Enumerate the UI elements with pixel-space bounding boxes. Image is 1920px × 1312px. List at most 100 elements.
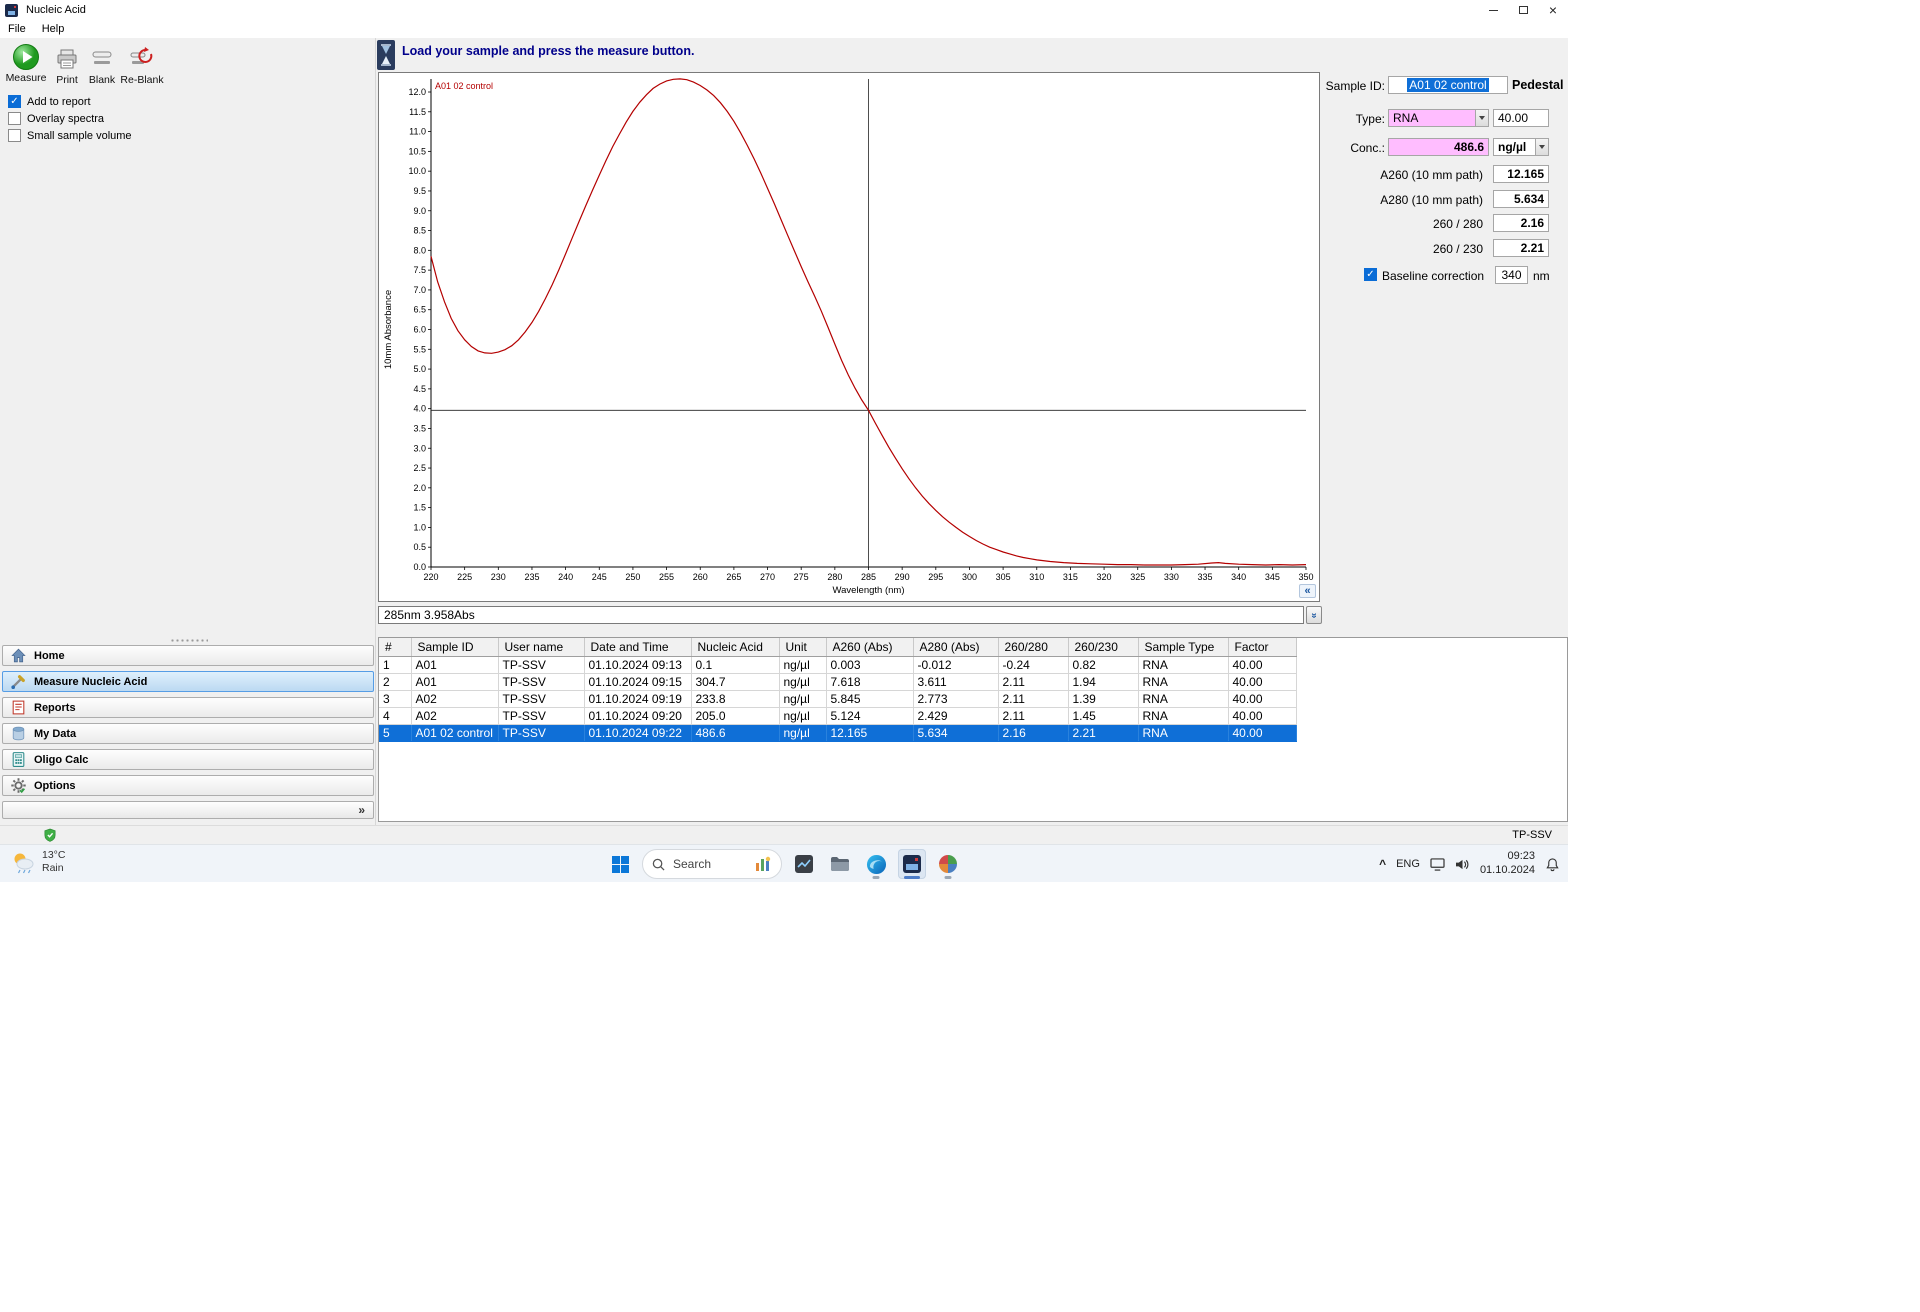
checkbox-icon[interactable] — [8, 95, 21, 108]
table-cell[interactable]: 01.10.2024 09:22 — [584, 724, 692, 742]
close-button[interactable]: × — [1538, 0, 1568, 20]
table-cell[interactable]: TP-SSV — [498, 724, 585, 742]
table-cell[interactable]: 5.124 — [826, 707, 914, 725]
menu-item-help[interactable]: Help — [34, 20, 73, 38]
table-cell[interactable]: ng/µl — [779, 707, 827, 725]
table-cell[interactable]: 2.11 — [998, 707, 1069, 725]
table-row[interactable]: 1 A01 TP-SSV 01.10.2024 09:13 0.1 ng/µl 0.003-… — [379, 656, 1297, 674]
measure-button[interactable]: Measure — [4, 42, 48, 84]
minimize-button[interactable] — [1478, 0, 1508, 20]
table-cell[interactable]: 3 — [379, 690, 412, 708]
taskbar-app-explorer[interactable] — [826, 849, 854, 879]
taskbar-app-edge[interactable] — [862, 849, 890, 879]
table-cell[interactable]: ng/µl — [779, 673, 827, 691]
table-cell[interactable]: 1.39 — [1068, 690, 1139, 708]
print-button[interactable]: Print — [52, 44, 82, 86]
results-table[interactable]: # Sample ID User name Date and Time Nucleic … — [379, 638, 1297, 742]
table-cell[interactable]: 0.1 — [691, 656, 780, 674]
table-cell[interactable]: TP-SSV — [498, 673, 585, 691]
spectrum-chart[interactable]: 0.0 0.5 1.0 1.5 2.0 2.5 3.0 3.5 4.0 4.5 5.0 5.5 6.0 6… — [378, 72, 1320, 602]
sidebar-item-home[interactable]: Home — [2, 645, 374, 666]
table-cell[interactable]: 1.94 — [1068, 673, 1139, 691]
table-cell[interactable]: 0.82 — [1068, 656, 1139, 674]
table-cell[interactable]: 40.00 — [1228, 707, 1297, 725]
table-cell[interactable]: ng/µl — [779, 656, 827, 674]
table-cell[interactable]: RNA — [1138, 707, 1229, 725]
table-cell[interactable]: RNA — [1138, 690, 1229, 708]
table-row[interactable]: 5 A01 02 control TP-SSV 01.10.2024 09:22 486… — [379, 724, 1297, 742]
splitter-handle[interactable] — [170, 639, 208, 642]
column-header[interactable]: Factor — [1228, 638, 1297, 657]
search-input[interactable]: Search — [642, 849, 782, 879]
column-header[interactable]: A260 (Abs) — [826, 638, 914, 657]
table-cell[interactable]: 7.618 — [826, 673, 914, 691]
sidebar-item-measure-nucleic-acid[interactable]: Measure Nucleic Acid — [2, 671, 374, 692]
chevron-right-icon[interactable]: » — [358, 803, 365, 817]
checkbox-icon[interactable] — [8, 112, 21, 125]
table-cell[interactable]: 01.10.2024 09:19 — [584, 690, 692, 708]
chart-collapse-button[interactable]: « — [1299, 584, 1316, 598]
table-cell[interactable]: 01.10.2024 09:13 — [584, 656, 692, 674]
table-cell[interactable]: A01 — [411, 656, 499, 674]
table-cell[interactable]: 233.8 — [691, 690, 780, 708]
column-header[interactable]: 260/230 — [1068, 638, 1139, 657]
taskbar-app-colorful[interactable] — [934, 849, 962, 879]
table-cell[interactable]: TP-SSV — [498, 690, 585, 708]
column-header[interactable]: Sample ID — [411, 638, 499, 657]
table-row[interactable]: 2 A01 TP-SSV 01.10.2024 09:15 304.7 ng/µl 7.61… — [379, 673, 1297, 691]
checkbox-icon[interactable] — [8, 129, 21, 142]
table-cell[interactable]: A01 02 control — [411, 724, 499, 742]
speaker-icon[interactable] — [1455, 858, 1470, 871]
column-header[interactable]: Date and Time — [584, 638, 692, 657]
baseline-checkbox[interactable] — [1364, 268, 1377, 281]
table-cell[interactable]: 2.11 — [998, 673, 1069, 691]
table-cell[interactable]: 486.6 — [691, 724, 780, 742]
table-cell[interactable]: -0.012 — [913, 656, 999, 674]
table-cell[interactable]: 0.003 — [826, 656, 914, 674]
dropdown-arrow-icon[interactable] — [1475, 110, 1488, 126]
unit-select[interactable]: ng/µl — [1493, 138, 1549, 156]
table-cell[interactable]: 40.00 — [1228, 673, 1297, 691]
table-cell[interactable]: ng/µl — [779, 690, 827, 708]
table-cell[interactable]: 01.10.2024 09:20 — [584, 707, 692, 725]
table-cell[interactable]: 12.165 — [826, 724, 914, 742]
start-button[interactable] — [606, 849, 634, 879]
table-cell[interactable]: 2.773 — [913, 690, 999, 708]
column-header[interactable]: Sample Type — [1138, 638, 1229, 657]
readout-expand-button[interactable]: » — [1306, 606, 1322, 624]
table-cell[interactable]: 1.45 — [1068, 707, 1139, 725]
table-cell[interactable]: A02 — [411, 690, 499, 708]
column-header[interactable]: # — [379, 638, 412, 657]
reblank-button[interactable]: Re-Blank — [120, 44, 164, 86]
table-cell[interactable]: RNA — [1138, 656, 1229, 674]
menu-item-file[interactable]: File — [0, 20, 34, 38]
column-header[interactable]: Unit — [779, 638, 827, 657]
column-header[interactable]: A280 (Abs) — [913, 638, 999, 657]
column-header[interactable]: Nucleic Acid — [691, 638, 780, 657]
table-cell[interactable]: 205.0 — [691, 707, 780, 725]
language-indicator[interactable]: ENG — [1396, 858, 1420, 870]
table-cell[interactable]: 2.11 — [998, 690, 1069, 708]
table-cell[interactable]: 2.429 — [913, 707, 999, 725]
table-cell[interactable]: 40.00 — [1228, 690, 1297, 708]
factor-input[interactable]: 40.00 — [1493, 109, 1549, 127]
sidebar-item-reports[interactable]: Reports — [2, 697, 374, 718]
column-header[interactable]: User name — [498, 638, 585, 657]
table-row[interactable]: 3 A02 TP-SSV 01.10.2024 09:19 233.8 ng/µl 5.84… — [379, 690, 1297, 708]
sidebar-item-oligo-calc[interactable]: Oligo Calc — [2, 749, 374, 770]
tray-expand-icon[interactable]: ^ — [1379, 857, 1386, 871]
table-row[interactable]: 4 A02 TP-SSV 01.10.2024 09:20 205.0 ng/µl 5.12… — [379, 707, 1297, 725]
table-cell[interactable]: 40.00 — [1228, 724, 1297, 742]
table-cell[interactable]: 2 — [379, 673, 412, 691]
taskbar-app-widgets[interactable] — [790, 849, 818, 879]
table-cell[interactable]: RNA — [1138, 673, 1229, 691]
table-cell[interactable]: 5 — [379, 724, 412, 742]
table-cell[interactable]: A02 — [411, 707, 499, 725]
table-cell[interactable]: A01 — [411, 673, 499, 691]
table-cell[interactable]: 3.611 — [913, 673, 999, 691]
table-cell[interactable]: 5.845 — [826, 690, 914, 708]
sidebar-item-options[interactable]: Options — [2, 775, 374, 796]
checkbox-overlay-spectra[interactable]: Overlay spectra — [8, 112, 104, 125]
table-cell[interactable]: ng/µl — [779, 724, 827, 742]
table-cell[interactable]: 2.16 — [998, 724, 1069, 742]
